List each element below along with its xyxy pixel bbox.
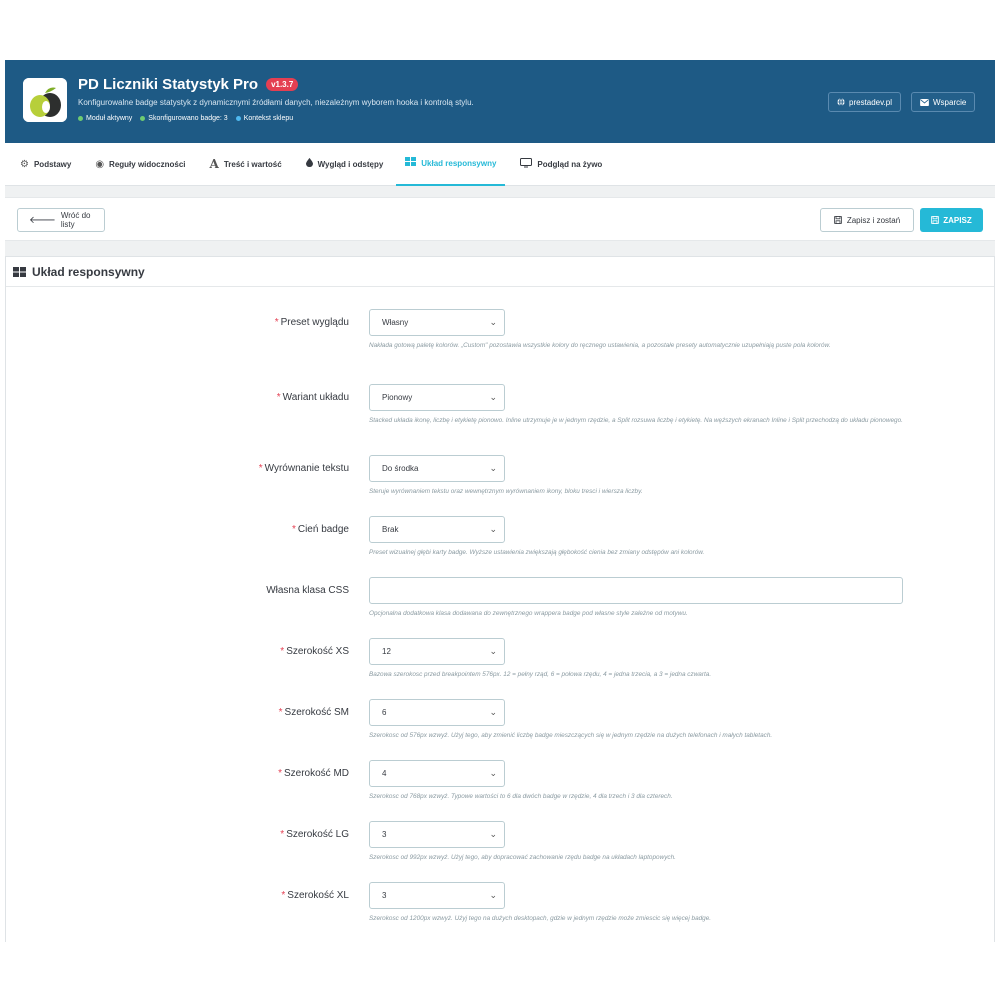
required-asterisk: * [280,646,285,657]
responsive-layout-panel: Układ responsywny * Preset wyglądu Własny… [5,256,995,942]
module-subtitle: Konfigurowalne badge statystyk z dynamic… [78,98,474,107]
field-help: Nakłada gotową paletę kolorów. „Custom" … [369,342,831,349]
required-asterisk: * [274,317,279,328]
font-icon: A [209,157,219,171]
chevron-down-icon: ⌄ [489,707,497,717]
arrow-left-icon: 🡐 [29,215,56,226]
text-align-select[interactable]: Do środka ⌄ [369,455,505,482]
panel-heading: Układ responsywny [6,257,994,287]
field-help: Stacked układa ikonę, liczbę i etykietę … [369,417,903,424]
floppy-icon [833,216,842,224]
field-label: * Cień badge [291,524,349,535]
required-asterisk: * [258,463,263,474]
status-configured: Skonfigurowano badge: 3 [140,115,228,122]
preset-select[interactable]: Własny ⌄ [369,309,505,336]
action-toolbar: 🡐 Wróć do listy Zapisz i zostań ZAPISZ [5,197,995,241]
save-button[interactable]: ZAPISZ [920,208,983,232]
required-asterisk: * [291,524,296,535]
chevron-down-icon: ⌄ [489,646,497,656]
field-label: * Szerokość LG [280,829,349,840]
chevron-down-icon: ⌄ [489,829,497,839]
required-asterisk: * [278,707,283,718]
field-help: Szerokosc od 768px wzwyż. Typowe wartośc… [369,793,673,800]
floppy-icon [931,216,940,224]
field-help: Szerokosc od 576px wzwyż. Użyj tego, aby… [369,732,773,739]
back-to-list-button[interactable]: 🡐 Wróć do listy [17,208,105,232]
width-md-select[interactable]: 4 ⌄ [369,760,505,787]
prestadev-link-label: prestadev.pl [849,97,892,107]
layout-variant-select[interactable]: Pionowy ⌄ [369,384,505,411]
field-help: Opcjonalna dodatkowa klasa dodawana do z… [369,610,688,617]
prestadev-link-button[interactable]: prestadev.pl [828,92,901,112]
tab-basics[interactable]: ⚙ Podstawy [11,143,80,186]
field-help: Preset wizualnej głębi karty badge. Wyżs… [369,549,705,556]
tab-visibility-rules[interactable]: ◉ Reguły widoczności [86,143,194,186]
blue-dot-icon [235,116,241,121]
panel-title: Układ responsywny [32,264,145,279]
tab-content-value[interactable]: A Treść i wartość [201,143,291,186]
field-label: * Wyrównanie tekstu [258,463,349,474]
cogs-icon: ⚙ [20,158,29,170]
chevron-down-icon: ⌄ [489,768,497,778]
field-label: * Szerokość SM [278,707,349,718]
width-xs-select[interactable]: 12 ⌄ [369,638,505,665]
field-label: * Szerokość XL [281,890,349,901]
chevron-down-icon: ⌄ [489,890,497,900]
chevron-down-icon: ⌄ [489,317,497,327]
support-label: Wsparcie [933,97,967,107]
width-xl-select[interactable]: 3 ⌄ [369,882,505,909]
module-header: PD Liczniki Statystyk Pro v1.3.7 Konfigu… [5,60,995,143]
field-label: * Szerokość XS [280,646,349,657]
chevron-down-icon: ⌄ [489,463,497,473]
field-help: Bazowa szerokosc przed breakpointem 576p… [369,671,712,678]
module-logo [23,78,67,122]
custom-css-class-input[interactable] [369,577,903,604]
grid-icon [13,266,26,277]
module-title: PD Liczniki Statystyk Pro [78,76,259,93]
field-label: Własna klasa CSS [266,585,349,596]
required-asterisk: * [276,392,281,403]
field-help: Szerokosc od 1200px wzwyż. Użyj tego na … [369,915,712,922]
required-asterisk: * [281,890,286,901]
globe-icon [837,98,845,106]
status-context: Kontekst sklepu [235,115,293,122]
envelope-icon [920,98,929,106]
required-asterisk: * [278,768,282,779]
version-badge: v1.3.7 [266,78,299,91]
status-active: Moduł aktywny [78,115,132,122]
width-lg-select[interactable]: 3 ⌄ [369,821,505,848]
save-and-stay-button[interactable]: Zapisz i zostań [820,208,914,232]
chevron-down-icon: ⌄ [489,392,497,402]
tab-appearance-spacing[interactable]: Wygląd i odstępy [297,143,393,186]
support-button[interactable]: Wsparcie [911,92,976,112]
field-label: * Szerokość MD [278,768,349,779]
droplet-icon [305,158,313,170]
green-dot-icon [78,116,83,121]
green-dot-icon [140,116,146,121]
module-config-page: PD Liczniki Statystyk Pro v1.3.7 Konfigu… [5,60,995,942]
chevron-down-icon: ⌄ [489,524,497,534]
monitor-icon [520,157,533,171]
width-sm-select[interactable]: 6 ⌄ [369,699,505,726]
status-row: Moduł aktywny Skonfigurowano badge: 3 Ko… [78,115,293,122]
tab-responsive-layout[interactable]: Układ responsywny [396,143,506,186]
eye-icon: ◉ [95,158,105,170]
grid-icon [405,157,417,169]
field-label: * Wariant układu [276,392,349,403]
field-help: Steruje wyrównaniem tekstu oraz wewnętrz… [369,488,643,495]
required-asterisk: * [280,829,285,840]
tab-bar: ⚙ Podstawy ◉ Reguły widoczności A Treść … [5,143,995,186]
field-label: * Preset wyglądu [274,317,349,328]
field-help: Szerokosc od 992px wzwyż. Użyj tego, aby… [369,854,676,861]
badge-shadow-select[interactable]: Brak ⌄ [369,516,505,543]
tab-live-preview[interactable]: Podgląd na żywo [511,143,611,186]
